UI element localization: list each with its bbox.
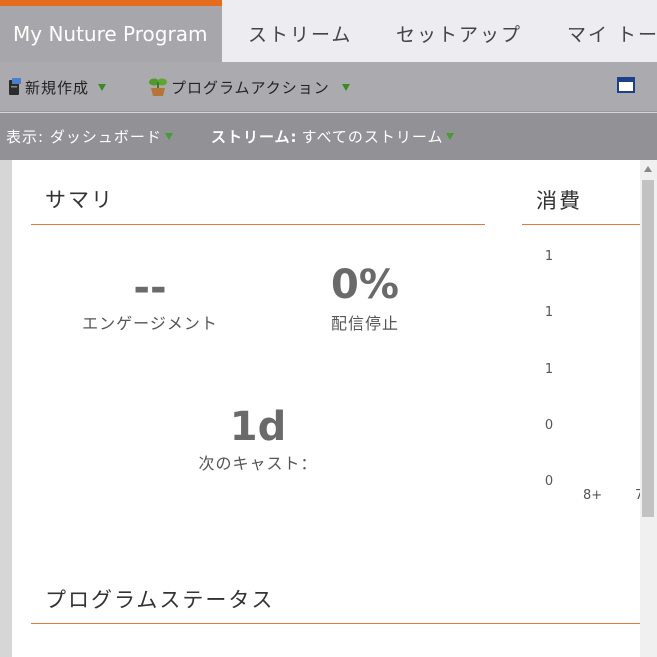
next-cast-label: 次のキャスト： xyxy=(198,454,318,473)
vertical-scrollbar[interactable] xyxy=(640,160,657,657)
new-button[interactable]: 新規作成 xyxy=(8,62,107,112)
y-tick-label: 0 xyxy=(544,474,554,489)
program-status-divider xyxy=(31,623,640,624)
consumption-title: 消費 xyxy=(536,189,582,213)
stream-label: ストリーム: xyxy=(211,128,298,146)
window-toggle-button[interactable] xyxy=(617,62,635,112)
tab-my-tokens[interactable]: マイ トー xyxy=(567,0,657,62)
view-value: ダッシュボード xyxy=(49,128,162,146)
engagement-metric: -- エンゲージメント xyxy=(70,266,230,334)
scroll-up-icon[interactable] xyxy=(644,166,652,172)
view-selector[interactable]: 表示: ダッシュボード xyxy=(6,113,173,160)
program-action-label: プログラムアクション xyxy=(171,78,330,97)
consumption-divider xyxy=(522,224,640,225)
new-button-label: 新規作成 xyxy=(25,78,90,97)
plant-icon xyxy=(148,77,168,97)
y-tick-label: 1 xyxy=(544,249,554,264)
program-action-button[interactable]: プログラムアクション xyxy=(148,62,350,112)
x-tick-label: 8+ xyxy=(583,488,603,503)
toolbar: 新規作成 プログラムアクション xyxy=(0,62,657,112)
stream-value: すべてのストリーム xyxy=(301,128,444,146)
y-tick-label: 1 xyxy=(544,361,554,377)
new-dropdown-icon xyxy=(98,83,107,91)
top-tab-bar: My Nuture Program ストリーム セットアップ マイ トー xyxy=(0,0,657,62)
scroll-thumb[interactable] xyxy=(642,180,654,517)
view-bar: 表示: ダッシュボード ストリーム: すべてのストリーム xyxy=(0,113,657,160)
stream-dropdown-icon xyxy=(446,133,455,140)
y-tick-label: 0 xyxy=(544,417,554,433)
y-tick-label: 1 xyxy=(544,305,554,321)
stream-selector[interactable]: ストリーム: すべてのストリーム xyxy=(211,113,455,160)
unsubscribe-label: 配信停止 xyxy=(330,314,399,333)
program-status-title: プログラムステータス xyxy=(45,588,275,612)
summary-title: サマリ xyxy=(45,188,114,212)
dashboard-content: サマリ -- エンゲージメント 0% 配信停止 1d 次のキャスト： 消費 1 1… xyxy=(12,160,640,657)
view-label: 表示: xyxy=(6,128,45,146)
window-icon xyxy=(617,77,635,97)
tab-setup[interactable]: セットアップ xyxy=(396,0,522,62)
unsubscribe-value: 0% xyxy=(331,262,399,308)
next-cast-value: 1d xyxy=(229,404,287,450)
new-document-icon xyxy=(8,78,22,96)
tab-stream[interactable]: ストリーム xyxy=(248,0,352,62)
engagement-label: エンゲージメント xyxy=(82,314,218,333)
program-action-dropdown-icon xyxy=(341,83,350,91)
summary-divider xyxy=(31,224,485,225)
engagement-value: -- xyxy=(133,265,167,311)
view-dropdown-icon xyxy=(164,133,173,140)
tab-my-nuture-program[interactable]: My Nuture Program xyxy=(0,0,222,62)
unsubscribe-metric: 0% 配信停止 xyxy=(290,260,440,334)
next-cast-metric: 1d 次のキャスト： xyxy=(178,404,338,474)
